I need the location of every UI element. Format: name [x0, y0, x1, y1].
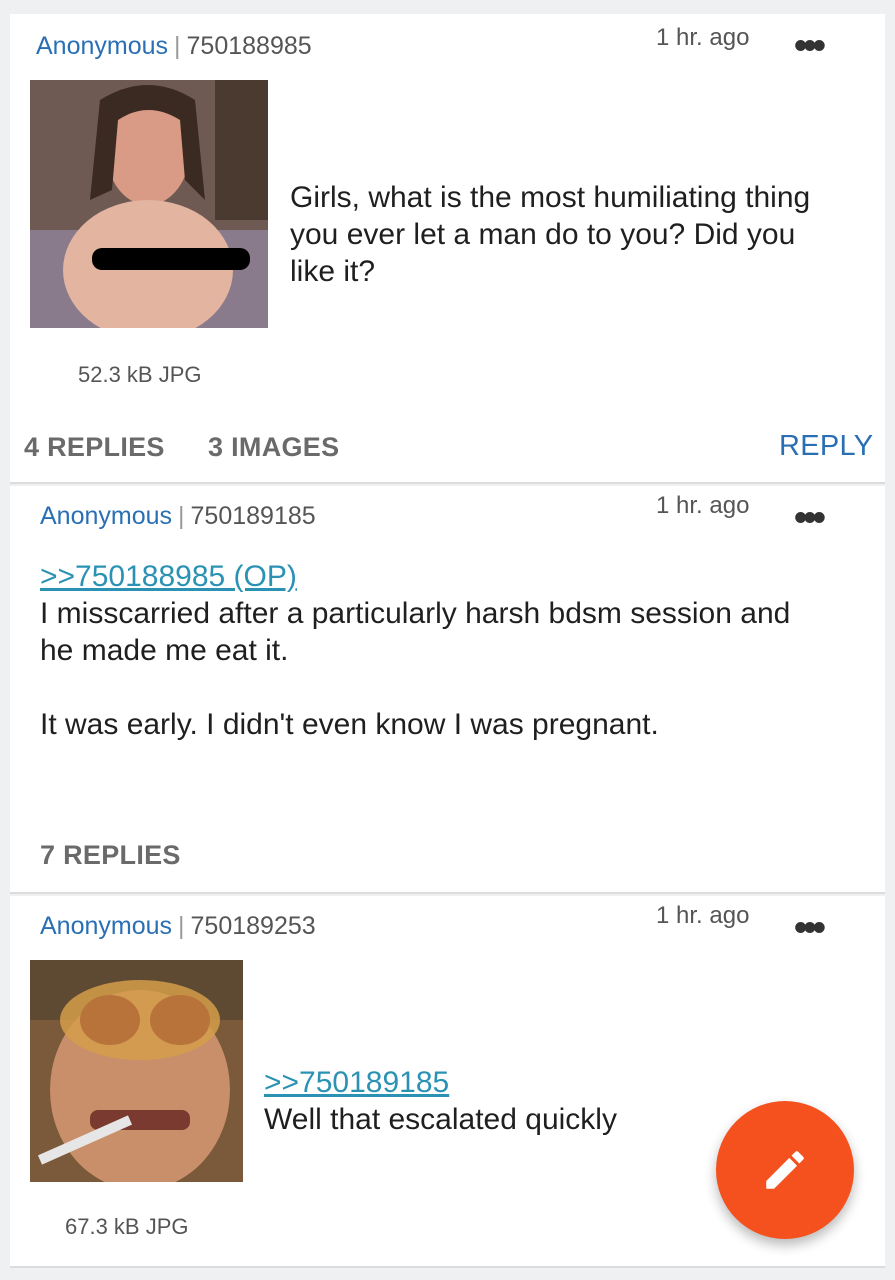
more-options-icon[interactable]: •••: [794, 499, 826, 537]
post-text-line: I misscarried after a particularly harsh…: [40, 597, 791, 630]
post-text-line: he made me eat it.: [40, 634, 289, 667]
post-meta: Anonymous | 750189253: [40, 912, 316, 941]
image-file-info: 52.3 kB JPG: [78, 362, 202, 387]
post-image-thumbnail[interactable]: [30, 960, 243, 1182]
compose-fab-button[interactable]: [716, 1101, 854, 1239]
poster-name[interactable]: Anonymous: [40, 502, 172, 530]
post-text-line: Girls, what is the most humiliating thin…: [290, 181, 811, 214]
more-options-icon[interactable]: •••: [794, 909, 826, 947]
post-text-line: [40, 669, 790, 706]
post-text: >>750188985 (OP) I misscarried after a p…: [40, 558, 790, 743]
meta-separator: |: [178, 912, 185, 940]
post-text: Girls, what is the most humiliating thin…: [290, 179, 810, 290]
post-time: 1 hr. ago: [656, 24, 750, 51]
post-id[interactable]: 750189253: [191, 912, 316, 940]
meta-separator: |: [174, 32, 181, 60]
post-id[interactable]: 750188985: [187, 32, 312, 60]
replies-count-button[interactable]: 7 REPLIES: [40, 840, 181, 871]
post-card: Anonymous | 750189185 1 hr. ago ••• >>7501…: [10, 486, 885, 894]
quote-link[interactable]: >>750188985 (OP): [40, 558, 790, 595]
post-card-op: Anonymous | 750188985 1 hr. ago ••• 52.3 k…: [10, 14, 885, 484]
post-meta: Anonymous | 750188985: [36, 32, 312, 61]
reply-button[interactable]: REPLY: [779, 430, 873, 463]
pencil-icon: [766, 1151, 804, 1189]
post-image-thumbnail[interactable]: [30, 80, 268, 328]
post-text-line: like it?: [290, 255, 376, 288]
post-text: >>750189185 Well that escalated quickly: [264, 1064, 617, 1138]
post-text-line: you ever let a man do to you? Did you: [290, 218, 796, 251]
more-options-icon[interactable]: •••: [794, 27, 826, 65]
post-id[interactable]: 750189185: [191, 502, 316, 530]
image-file-info: 67.3 kB JPG: [65, 1214, 189, 1239]
post-meta: Anonymous | 750189185: [40, 502, 316, 531]
meta-separator: |: [178, 502, 185, 530]
post-time: 1 hr. ago: [656, 902, 750, 929]
post-text-line: It was early. I didn't even know I was p…: [40, 708, 659, 741]
post-text-line: Well that escalated quickly: [264, 1103, 617, 1136]
images-count-button[interactable]: 3 IMAGES: [208, 432, 339, 463]
poster-name[interactable]: Anonymous: [36, 32, 168, 60]
replies-count-button[interactable]: 4 REPLIES: [24, 432, 165, 463]
post-time: 1 hr. ago: [656, 492, 750, 519]
poster-name[interactable]: Anonymous: [40, 912, 172, 940]
quote-link[interactable]: >>750189185: [264, 1064, 617, 1101]
